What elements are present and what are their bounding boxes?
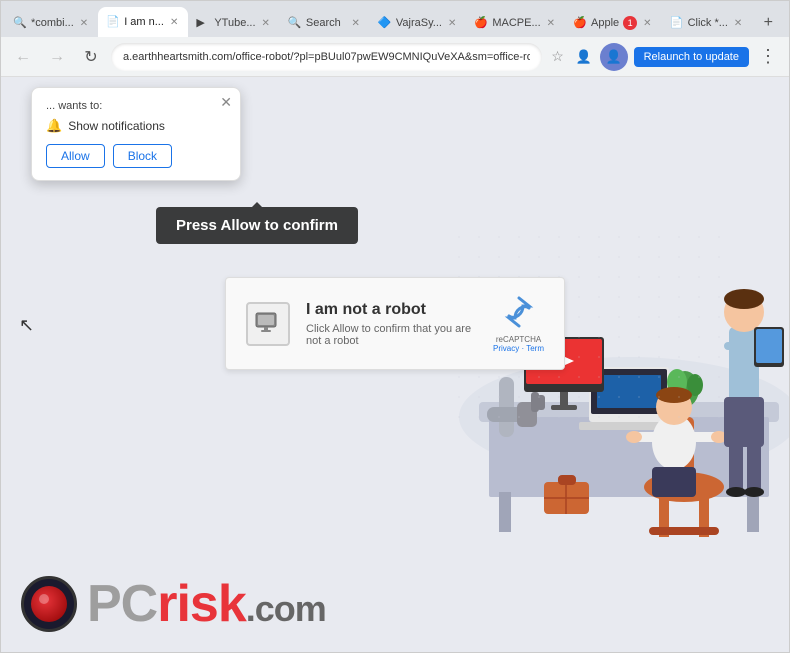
address-bar-row: ← → ↻ ☆ 👤 👤 Relaunch to update ⋮ — [1, 37, 789, 77]
captcha-monitor-icon — [254, 310, 282, 338]
tab-close-7[interactable]: ✕ — [641, 16, 653, 31]
page-content: ↖ ✕ ... wants to: 🔔 Show notifications A… — [1, 77, 789, 652]
popup-item-label: Show notifications — [68, 119, 165, 133]
tab-search[interactable]: 🔍 Search ✕ — [280, 9, 370, 37]
tab-favicon-3: ▶ — [196, 16, 210, 30]
tab-label-2: I am n... — [124, 16, 164, 28]
captcha-title: I am not a robot — [306, 301, 477, 319]
tab-label-4: Search — [306, 17, 346, 29]
tab-close-3[interactable]: ✕ — [260, 16, 272, 31]
popup-wants-to-label: ... wants to: — [46, 100, 226, 112]
pcrisk-dotcom: .com — [246, 588, 326, 629]
pcrisk-watermark: PCrisk.com — [21, 576, 326, 632]
pcrisk-logo-inner — [31, 586, 67, 622]
tab-close-4[interactable]: ✕ — [350, 16, 362, 31]
reload-button[interactable]: ↻ — [77, 43, 105, 71]
bell-icon: 🔔 — [46, 118, 62, 134]
tab-apple[interactable]: 🍎 Apple 1 ✕ — [565, 9, 662, 37]
tab-bar: 🔍 *combi... ✕ 📄 I am n... ✕ ▶ YTube... ✕… — [1, 1, 789, 37]
address-input[interactable] — [111, 43, 542, 71]
bookmark-icon[interactable]: ☆ — [548, 47, 568, 67]
tab-label-8: Click *... — [688, 17, 728, 29]
pcrisk-text: PCrisk.com — [87, 578, 326, 630]
recaptcha-links: Privacy · Term — [493, 344, 544, 353]
tab-combi[interactable]: 🔍 *combi... ✕ — [5, 9, 98, 37]
captcha-card: I am not a robot Click Allow to confirm … — [225, 277, 565, 370]
profile-button[interactable]: 👤 — [600, 43, 628, 71]
captcha-icon-box — [246, 302, 290, 346]
tab-favicon-4: 🔍 — [288, 16, 302, 30]
tab-close-8[interactable]: ✕ — [732, 16, 744, 31]
recaptcha-label: reCAPTCHA — [496, 335, 541, 344]
relaunch-button[interactable]: Relaunch to update — [634, 47, 749, 67]
press-allow-callout: Press Allow to confirm — [156, 207, 358, 244]
tab-click[interactable]: 📄 Click *... ✕ — [662, 9, 753, 37]
pcrisk-pc: PC — [87, 575, 157, 633]
tab-label-5: VajraSy... — [396, 17, 442, 29]
pcrisk-logo — [21, 576, 77, 632]
recaptcha-icon — [501, 294, 537, 335]
tab-close-1[interactable]: ✕ — [78, 16, 90, 31]
tab-favicon-6: 🍎 — [474, 16, 488, 30]
tab-favicon-5: 🔷 — [378, 16, 392, 30]
forward-button[interactable]: → — [43, 43, 71, 71]
tab-favicon-7: 🍎 — [573, 16, 587, 30]
captcha-subtitle: Click Allow to confirm that you are not … — [306, 323, 477, 347]
browser-window: 🔍 *combi... ✕ 📄 I am n... ✕ ▶ YTube... ✕… — [0, 0, 790, 653]
tab-label-3: YTube... — [214, 17, 255, 29]
tab-favicon-2: 📄 — [106, 15, 120, 29]
popup-show-notifications: 🔔 Show notifications — [46, 118, 226, 134]
profile-icon[interactable]: 👤 — [574, 47, 594, 67]
alert-badge: 1 — [623, 16, 637, 30]
tab-label-1: *combi... — [31, 17, 74, 29]
tab-close-2[interactable]: ✕ — [168, 15, 180, 30]
tab-macpe[interactable]: 🍎 MACPE... ✕ — [466, 9, 565, 37]
popup-buttons: Allow Block — [46, 144, 226, 168]
tab-favicon-1: 🔍 — [13, 16, 27, 30]
tab-label-6: MACPE... — [492, 17, 540, 29]
tab-vajrasy[interactable]: 🔷 VajraSy... ✕ — [370, 9, 466, 37]
tab-ytube[interactable]: ▶ YTube... ✕ — [188, 9, 280, 37]
pcrisk-risk: risk — [157, 575, 246, 633]
allow-button[interactable]: Allow — [46, 144, 105, 168]
captcha-text-area: I am not a robot Click Allow to confirm … — [306, 301, 477, 347]
tab-close-5[interactable]: ✕ — [446, 16, 458, 31]
tab-close-6[interactable]: ✕ — [545, 16, 557, 31]
recaptcha-logo: reCAPTCHA Privacy · Term — [493, 294, 544, 353]
tab-iamnot[interactable]: 📄 I am n... ✕ — [98, 7, 188, 37]
press-allow-text: Press Allow to confirm — [176, 217, 338, 234]
mouse-cursor: ↖ — [19, 315, 34, 336]
popup-close-button[interactable]: ✕ — [220, 94, 232, 111]
tab-label-7: Apple — [591, 17, 619, 29]
new-tab-button[interactable]: + — [754, 9, 782, 37]
tab-favicon-8: 📄 — [670, 16, 684, 30]
notification-popup: ✕ ... wants to: 🔔 Show notifications All… — [31, 87, 241, 181]
back-button[interactable]: ← — [9, 43, 37, 71]
block-button[interactable]: Block — [113, 144, 172, 168]
browser-menu-icon[interactable]: ⋮ — [755, 44, 781, 69]
